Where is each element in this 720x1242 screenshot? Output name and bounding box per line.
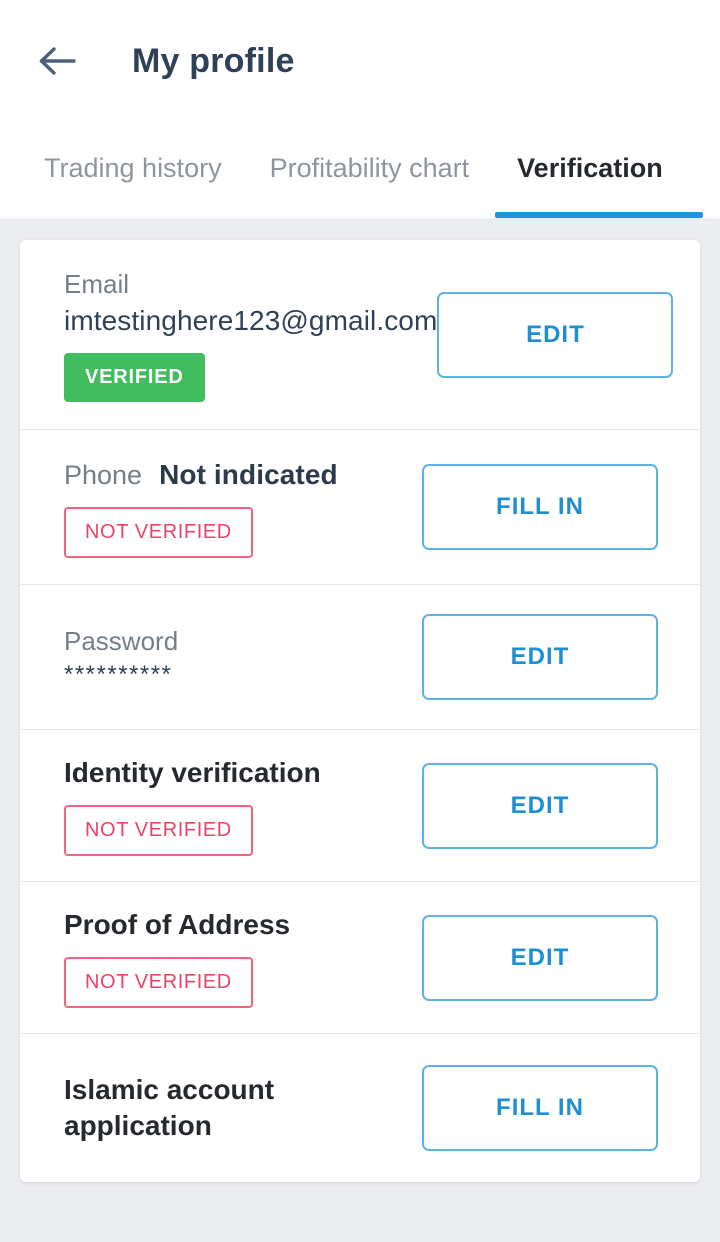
row-password-info: Password ********** xyxy=(64,624,178,690)
password-label: Password xyxy=(64,626,179,657)
row-address-info: Proof of Address NOT VERIFIED xyxy=(64,907,291,1009)
email-label: Email xyxy=(64,268,130,299)
phone-value: Not indicated xyxy=(159,458,338,490)
page-title: My profile xyxy=(132,42,295,80)
password-edit-button[interactable]: EDIT xyxy=(422,614,658,700)
status-badge-identity: NOT VERIFIED xyxy=(64,805,253,857)
address-title: Proof of Address xyxy=(64,908,291,940)
row-identity-info: Identity verification NOT VERIFIED xyxy=(64,755,321,857)
row-identity-verification: Identity verification NOT VERIFIED EDIT xyxy=(20,730,700,882)
tab-verification[interactable]: Verification xyxy=(495,122,703,218)
identity-edit-button[interactable]: EDIT xyxy=(422,762,658,849)
arrow-left-icon xyxy=(39,47,76,75)
tab-profitability-chart[interactable]: Profitability chart xyxy=(270,122,470,218)
phone-fillin-button[interactable]: FILL IN xyxy=(422,464,658,550)
content-area: Email imtestinghere123@gmail.com VERIFIE… xyxy=(0,218,720,1182)
row-password: Password ********** EDIT xyxy=(20,585,700,730)
row-islamic-info: Islamic account application xyxy=(64,1072,422,1145)
tab-trading-history[interactable]: Trading history xyxy=(44,122,222,218)
status-badge-address: NOT VERIFIED xyxy=(64,957,253,1009)
row-proof-of-address: Proof of Address NOT VERIFIED EDIT xyxy=(20,882,700,1034)
islamic-fillin-button[interactable]: FILL IN xyxy=(422,1065,658,1151)
profile-screen: My profile Trading history Profitability… xyxy=(0,0,720,1242)
islamic-title: Islamic account application xyxy=(64,1073,275,1141)
phone-line: Phone Not indicated xyxy=(64,456,338,494)
status-badge-email: VERIFIED xyxy=(64,353,205,403)
row-email: Email imtestinghere123@gmail.com VERIFIE… xyxy=(20,240,700,430)
row-islamic-account: Islamic account application FILL IN xyxy=(20,1034,700,1182)
verification-card: Email imtestinghere123@gmail.com VERIFIE… xyxy=(20,240,700,1182)
tab-bar: Trading history Profitability chart Veri… xyxy=(0,122,720,218)
back-button[interactable] xyxy=(30,34,84,88)
phone-label: Phone xyxy=(64,459,143,490)
status-badge-phone: NOT VERIFIED xyxy=(64,507,253,559)
row-phone-info: Phone Not indicated NOT VERIFIED xyxy=(64,456,338,559)
row-email-info: Email imtestinghere123@gmail.com VERIFIE… xyxy=(64,267,437,403)
row-phone: Phone Not indicated NOT VERIFIED FILL IN xyxy=(20,430,700,585)
password-masked-value: ********** xyxy=(64,661,173,689)
identity-title: Identity verification xyxy=(64,756,321,788)
email-edit-button[interactable]: EDIT xyxy=(437,291,674,378)
email-value: imtestinghere123@gmail.com xyxy=(64,304,438,336)
app-header: My profile xyxy=(0,0,720,122)
address-edit-button[interactable]: EDIT xyxy=(422,914,658,1001)
